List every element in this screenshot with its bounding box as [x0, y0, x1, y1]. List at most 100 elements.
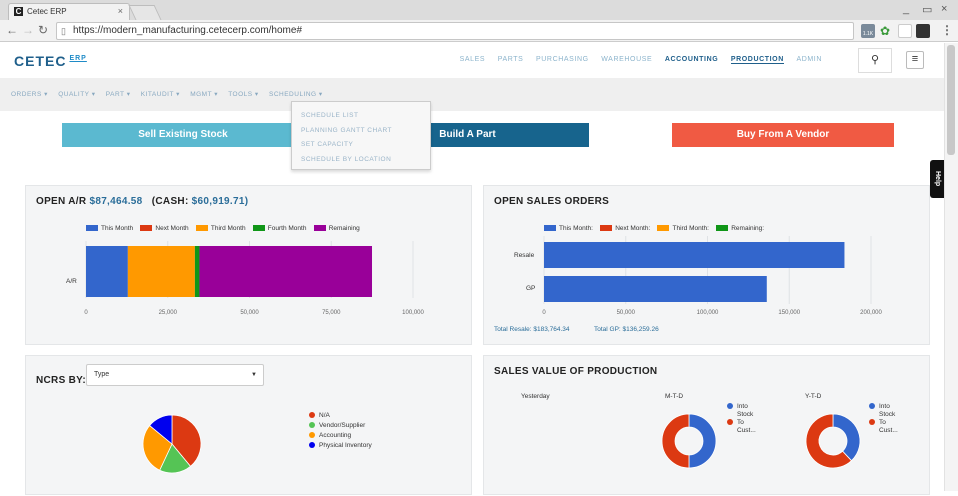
url-text: https://modern_manufacturing.cetecerp.co… [73, 25, 303, 36]
reload-icon[interactable]: ↻ [38, 23, 48, 37]
subnav-scheduling[interactable]: SCHEDULING ▾ [269, 91, 323, 98]
close-tab-icon[interactable]: × [118, 4, 123, 19]
x-tick-label: 200,000 [860, 310, 882, 316]
forward-icon[interactable]: → [22, 23, 34, 37]
hamburger-icon: ≡ [911, 53, 919, 65]
legend-item: Vendor/Supplier [309, 421, 372, 431]
legend-item: Accounting [309, 431, 372, 441]
subnav-kitaudit[interactable]: KITAUDIT ▾ [141, 91, 180, 98]
bar-remaining [199, 246, 373, 297]
legend-item: Into [869, 403, 898, 411]
legend-item: To [727, 419, 756, 427]
legend-swatch [869, 419, 875, 425]
address-bar-row: ← → ↻ ▯ https://modern_manufacturing.cet… [0, 20, 958, 42]
subnav-tools[interactable]: TOOLS ▾ [228, 91, 258, 98]
chevron-down-icon: ▼ [251, 372, 257, 378]
extension-icon[interactable] [898, 24, 912, 38]
x-tick-label: 100,000 [696, 310, 719, 316]
sell-existing-stock-button[interactable]: Sell Existing Stock [62, 123, 304, 147]
ncr-legend: N/A Vendor/Supplier Accounting Physical … [309, 411, 372, 451]
open-ar-panel: OPEN A/R $87,464.58 (CASH: $60,919.71) T… [25, 185, 472, 345]
nav-warehouse[interactable]: WAREHOUSE [601, 56, 652, 63]
legend-swatch [309, 432, 315, 438]
evernote-icon[interactable]: ✿ [880, 24, 894, 38]
x-tick-label: 100,000 [402, 310, 424, 316]
legend-swatch [309, 422, 315, 428]
sub-nav: ORDERS ▾ QUALITY ▾ PART ▾ KITAUDIT ▾ MGM… [0, 78, 944, 111]
scheduling-dropdown: SCHEDULE LIST PLANNING GANTT CHART SET C… [291, 101, 431, 170]
legend-item: Physical Inventory [309, 441, 372, 451]
bar-fourth-month [194, 246, 200, 297]
buy-from-vendor-button[interactable]: Buy From A Vendor [672, 123, 894, 147]
subnav-orders[interactable]: ORDERS ▾ [11, 91, 48, 98]
top-nav: SALES PARTS PURCHASING WAREHOUSE ACCOUNT… [450, 56, 822, 64]
subnav-quality[interactable]: QUALITY ▾ [58, 91, 95, 98]
legend-swatch [869, 403, 875, 409]
search-icon: ⚲ [870, 54, 880, 66]
bar-third-month [127, 246, 195, 297]
bar-resale [544, 242, 845, 268]
back-icon[interactable]: ← [6, 23, 18, 37]
app-header: CETEC ERP SALES PARTS PURCHASING WAREHOUS… [0, 43, 944, 78]
nav-purchasing[interactable]: PURCHASING [536, 56, 589, 63]
production-donut-charts [661, 413, 861, 469]
favicon-icon: C [14, 7, 23, 16]
select-value: Type [94, 371, 110, 378]
x-tick-label: 50,000 [616, 310, 635, 316]
scrollbar-thumb[interactable] [947, 45, 955, 155]
ncrs-type-select[interactable]: Type ▼ [86, 364, 264, 386]
nav-accounting[interactable]: ACCOUNTING [665, 56, 718, 63]
maximize-button[interactable]: ▭ [922, 3, 932, 16]
x-tick-label: 0 [542, 310, 546, 316]
menu-set-capacity[interactable]: SET CAPACITY [292, 138, 430, 153]
mtd-legend: Into Stock To Cust... [727, 403, 756, 435]
so-chart [543, 236, 872, 304]
legend-item: Into [727, 403, 756, 411]
total-gp: Total GP: $136,259.26 [594, 326, 659, 333]
minimize-button[interactable]: _ [903, 3, 909, 15]
slice-into-stock [688, 413, 717, 469]
new-tab-button[interactable] [128, 5, 162, 20]
slice-into-stock [832, 413, 861, 462]
x-tick-label: 25,000 [158, 310, 177, 316]
browser-menu-icon[interactable]: ⋮ [941, 23, 953, 37]
page-icon: ▯ [61, 26, 66, 36]
legend-swatch [309, 442, 315, 448]
slice-to-cust- [661, 413, 690, 469]
open-sales-orders-panel: OPEN SALES ORDERS This Month: Next Month… [483, 185, 930, 345]
ytd-legend: Into Stock To Cust... [869, 403, 898, 435]
nav-production[interactable]: PRODUCTION [730, 56, 784, 64]
url-input[interactable]: ▯ https://modern_manufacturing.cetecerp.… [56, 22, 854, 40]
x-tick-label: 50,000 [240, 310, 259, 316]
browser-tab-strip: C Cetec ERP × _ ▭ × [0, 0, 958, 20]
film-icon[interactable] [916, 24, 930, 38]
bar-this-month [86, 246, 128, 297]
subnav-mgmt[interactable]: MGMT ▾ [190, 91, 218, 98]
nav-parts[interactable]: PARTS [498, 56, 524, 63]
legend-swatch [727, 403, 733, 409]
extension-badge-icon[interactable]: 1.1K [861, 24, 875, 38]
help-tab[interactable]: Help [930, 160, 944, 198]
menu-planning-gantt-chart[interactable]: PLANNING GANTT CHART [292, 124, 430, 139]
search-button[interactable]: ⚲ [858, 48, 892, 73]
legend-swatch [309, 412, 315, 418]
x-tick-label: 75,000 [322, 310, 341, 316]
nav-sales[interactable]: SALES [460, 56, 486, 63]
browser-tab[interactable]: C Cetec ERP × [8, 3, 130, 20]
tab-title: Cetec ERP [27, 7, 67, 16]
logo[interactable]: CETEC ERP [14, 53, 87, 69]
subnav-part[interactable]: PART ▾ [106, 91, 131, 98]
bar-gp [544, 276, 767, 302]
ar-chart [85, 241, 414, 298]
x-tick-label: 150,000 [778, 310, 801, 316]
legend-swatch [727, 419, 733, 425]
menu-schedule-list[interactable]: SCHEDULE LIST [292, 109, 430, 124]
hamburger-menu-button[interactable]: ≡ [906, 51, 924, 69]
close-window-button[interactable]: × [941, 3, 947, 15]
legend-item: N/A [309, 411, 372, 421]
nav-admin[interactable]: ADMIN [796, 56, 822, 63]
sales-value-production-panel: SALES VALUE OF PRODUCTION Yesterday M-T-… [483, 355, 930, 495]
legend-item: To [869, 419, 898, 427]
x-tick-label: 0 [84, 310, 88, 316]
menu-schedule-by-location[interactable]: SCHEDULE BY LOCATION [292, 153, 430, 168]
